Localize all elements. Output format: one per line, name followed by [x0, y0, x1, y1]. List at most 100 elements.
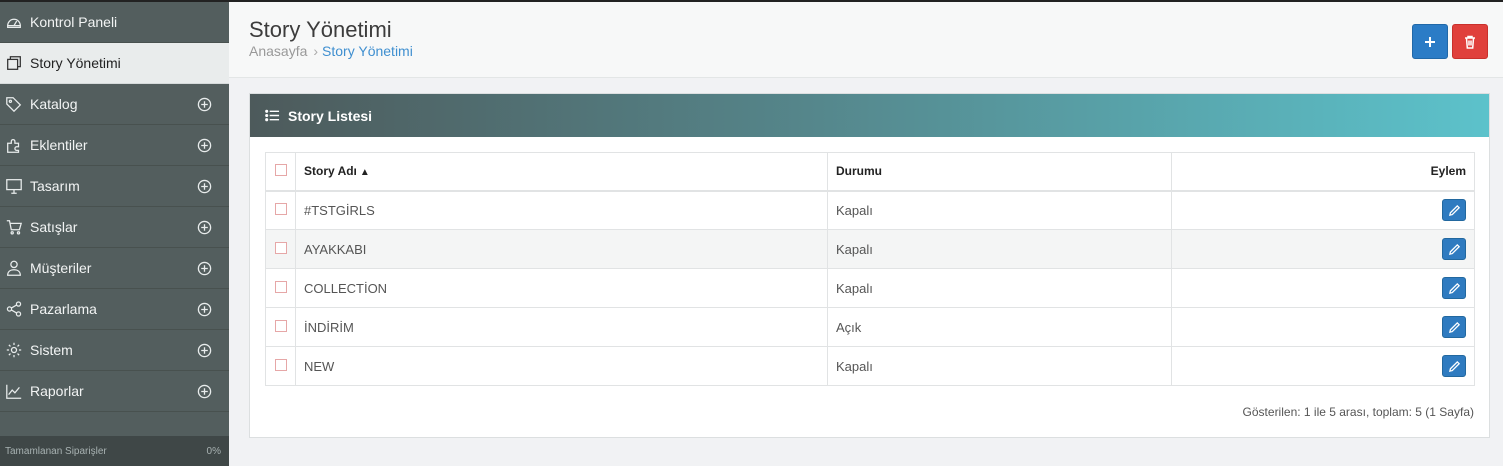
expand-plus-icon[interactable] — [197, 302, 212, 317]
row-checkbox[interactable] — [274, 319, 287, 332]
sidebar-item-musteriler[interactable]: Müşteriler — [0, 248, 229, 289]
pencil-icon — [1448, 204, 1460, 216]
sidebar-item-label: Raporlar — [30, 383, 84, 399]
action-cell — [1171, 190, 1475, 230]
table-row: İNDİRİM Açık — [265, 307, 1475, 347]
cart-icon — [4, 217, 24, 237]
story-status-cell: Kapalı — [827, 190, 1172, 230]
sidebar-item-story-yonetimi[interactable]: Story Yönetimi — [0, 43, 229, 84]
story-name-cell: İNDİRİM — [295, 307, 828, 347]
action-cell — [1171, 307, 1475, 347]
expand-plus-icon[interactable] — [197, 179, 212, 194]
sidebar-item-katalog[interactable]: Katalog — [0, 84, 229, 125]
table-row: NEW Kapalı — [265, 346, 1475, 386]
column-header-action-label: Eylem — [1430, 164, 1466, 179]
sidebar-item-raporlar[interactable]: Raporlar — [0, 371, 229, 412]
pencil-icon — [1448, 360, 1460, 372]
sidebar-item-sistem[interactable]: Sistem — [0, 330, 229, 371]
pagination-summary: Gösterilen: 1 ile 5 arası, toplam: 5 (1 … — [1242, 405, 1474, 419]
tag-icon — [4, 94, 24, 114]
puzzle-icon — [4, 135, 24, 155]
pencil-icon — [1448, 321, 1460, 333]
dashboard-icon — [4, 12, 24, 32]
list-icon — [265, 108, 280, 123]
user-icon — [4, 258, 24, 278]
sort-asc-icon: ▲ — [359, 167, 370, 179]
sidebar-item-satislar[interactable]: Satışlar — [0, 207, 229, 248]
share-icon — [4, 299, 24, 319]
story-status-cell: Kapalı — [827, 268, 1172, 308]
row-select-cell — [265, 307, 296, 347]
table-header-row: Story Adı ▲ Durumu Eylem — [265, 152, 1475, 192]
edit-button[interactable] — [1442, 277, 1466, 299]
select-all-checkbox[interactable] — [274, 163, 287, 176]
sidebar-item-label: Katalog — [30, 96, 78, 112]
row-select-cell — [265, 346, 296, 386]
column-header-name[interactable]: Story Adı ▲ — [295, 152, 828, 192]
sidebar-item-label: Müşteriler — [30, 260, 92, 276]
expand-plus-icon[interactable] — [197, 261, 212, 276]
sidebar-item-label: Sistem — [30, 342, 73, 358]
row-checkbox[interactable] — [274, 358, 287, 371]
sidebar-item-kontrol-paneli[interactable]: Kontrol Paneli — [0, 2, 229, 43]
row-checkbox[interactable] — [274, 280, 287, 293]
edit-button[interactable] — [1442, 238, 1466, 260]
completed-orders-indicator: Tamamlanan Siparişler 0% — [0, 436, 229, 466]
action-cell — [1171, 346, 1475, 386]
story-icon — [4, 53, 24, 73]
sidebar-item-label: Eklentiler — [30, 137, 88, 153]
breadcrumb-current-link[interactable]: Story Yönetimi — [322, 43, 413, 59]
breadcrumb: Anasayfa › Story Yönetimi — [249, 43, 413, 59]
row-select-cell — [265, 268, 296, 308]
edit-button[interactable] — [1442, 199, 1466, 222]
edit-button[interactable] — [1442, 316, 1466, 338]
breadcrumb-home-link[interactable]: Anasayfa — [249, 43, 307, 59]
story-table: Story Adı ▲ Durumu Eylem #TSTGİRLS Kapalı… — [265, 152, 1475, 386]
sidebar-item-label: Tasarım — [30, 178, 80, 194]
completed-orders-label: Tamamlanan Siparişler — [5, 445, 107, 457]
chart-icon — [4, 381, 24, 401]
column-header-status[interactable]: Durumu — [827, 152, 1172, 192]
expand-plus-icon[interactable] — [197, 384, 212, 399]
column-header-name-label: Story Adı — [304, 164, 357, 179]
edit-button[interactable] — [1442, 355, 1466, 377]
sidebar: Kontrol Paneli Story Yönetimi Katalog Ek… — [0, 2, 229, 466]
expand-plus-icon[interactable] — [197, 220, 212, 235]
gear-icon — [4, 340, 24, 360]
expand-plus-icon[interactable] — [197, 97, 212, 112]
story-status-cell: Kapalı — [827, 229, 1172, 269]
story-list-panel: Story Listesi Story Adı ▲ Durumu Eylem #T… — [249, 93, 1490, 438]
pencil-icon — [1448, 282, 1460, 294]
page-title: Story Yönetimi — [249, 17, 392, 42]
row-checkbox[interactable] — [274, 202, 287, 215]
table-row: #TSTGİRLS Kapalı — [265, 190, 1475, 230]
sidebar-item-pazarlama[interactable]: Pazarlama — [0, 289, 229, 330]
panel-heading: Story Listesi — [250, 94, 1489, 137]
action-cell — [1171, 229, 1475, 269]
story-name-cell: COLLECTİON — [295, 268, 828, 308]
table-row: COLLECTİON Kapalı — [265, 268, 1475, 308]
table-row: AYAKKABI Kapalı — [265, 229, 1475, 269]
completed-orders-value: 0% — [206, 445, 221, 457]
expand-plus-icon[interactable] — [197, 343, 212, 358]
story-name-cell: NEW — [295, 346, 828, 386]
sidebar-item-eklentiler[interactable]: Eklentiler — [0, 125, 229, 166]
action-cell — [1171, 268, 1475, 308]
pencil-icon — [1448, 243, 1460, 255]
sidebar-item-tasarim[interactable]: Tasarım — [0, 166, 229, 207]
delete-button[interactable] — [1452, 24, 1488, 59]
row-select-cell — [265, 229, 296, 269]
row-checkbox[interactable] — [274, 241, 287, 254]
page-header: Story Yönetimi Anasayfa › Story Yönetimi — [229, 2, 1503, 78]
sidebar-item-label: Satışlar — [30, 219, 78, 235]
story-status-cell: Açık — [827, 307, 1172, 347]
select-all-cell — [265, 152, 296, 192]
sidebar-item-label: Story Yönetimi — [30, 55, 121, 71]
breadcrumb-separator: › — [313, 43, 319, 59]
sidebar-item-label: Pazarlama — [30, 301, 97, 317]
story-status-cell: Kapalı — [827, 346, 1172, 386]
add-button[interactable] — [1412, 24, 1448, 59]
story-name-cell: AYAKKABI — [295, 229, 828, 269]
plus-icon — [1425, 36, 1435, 47]
expand-plus-icon[interactable] — [197, 138, 212, 153]
